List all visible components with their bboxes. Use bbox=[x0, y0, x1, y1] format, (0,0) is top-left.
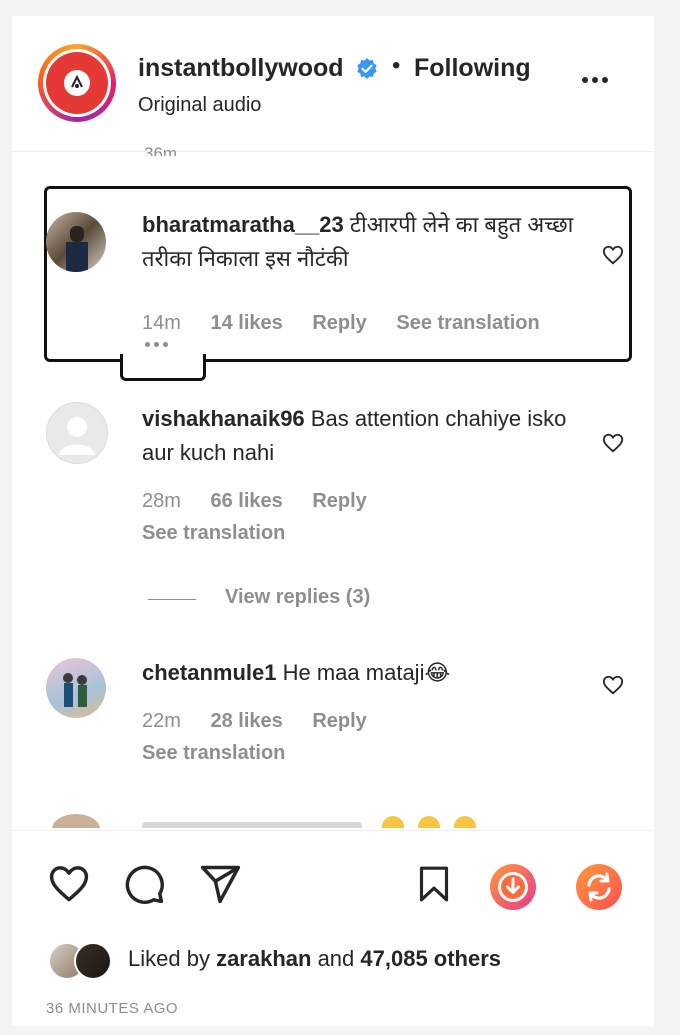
cut-off-timestamp: 36m bbox=[144, 144, 178, 156]
comment-icon[interactable] bbox=[122, 862, 166, 906]
brand-logo bbox=[46, 52, 108, 114]
reply-button[interactable]: Reply bbox=[312, 490, 366, 512]
liker-avatar bbox=[74, 942, 112, 980]
post-card: instantbollywood • Following Original au… bbox=[12, 16, 654, 1026]
comment-username[interactable]: vishakhanaik96 bbox=[142, 406, 305, 431]
share-icon[interactable] bbox=[198, 862, 242, 906]
liked-by-count-link[interactable]: 47,085 others bbox=[360, 946, 501, 971]
comment-username[interactable]: bharatmaratha__23 bbox=[142, 212, 344, 237]
comment-avatar[interactable] bbox=[46, 212, 106, 272]
default-avatar-icon bbox=[59, 417, 95, 455]
bookmark-icon[interactable] bbox=[414, 862, 454, 906]
liked-by-user-link[interactable]: zarakhan bbox=[216, 946, 311, 971]
heart-icon[interactable] bbox=[46, 862, 92, 906]
action-bar-divider bbox=[12, 830, 654, 831]
view-replies-button[interactable]: View replies (3) bbox=[225, 586, 370, 609]
highlight-callout-tab bbox=[120, 354, 206, 381]
view-replies-line bbox=[148, 599, 196, 600]
see-translation-link[interactable]: See translation bbox=[142, 742, 285, 765]
post-timestamp: 36 MINUTES AGO bbox=[46, 1000, 179, 1017]
following-button[interactable]: Following bbox=[414, 54, 531, 83]
see-translation-link[interactable]: See translation bbox=[396, 312, 539, 334]
original-audio-link[interactable]: Original audio bbox=[138, 94, 261, 117]
person-photo-icon bbox=[66, 226, 88, 272]
reply-button[interactable]: Reply bbox=[312, 312, 366, 334]
emoji-icon bbox=[382, 816, 404, 828]
comment-like-icon[interactable] bbox=[602, 244, 624, 266]
comment-text: He maa mataji😂 bbox=[282, 660, 451, 685]
comment-time: 28m bbox=[142, 490, 181, 512]
post-username[interactable]: instantbollywood bbox=[138, 54, 344, 83]
reply-button[interactable]: Reply bbox=[312, 710, 366, 732]
header-separator: • bbox=[392, 52, 401, 79]
comment-likes[interactable]: 66 likes bbox=[210, 490, 282, 512]
header-divider bbox=[12, 151, 654, 152]
post-header: instantbollywood • Following Original au… bbox=[12, 16, 654, 151]
liked-by-text: Liked by zarakhan and 47,085 others bbox=[128, 946, 502, 971]
more-options-small-icon[interactable] bbox=[145, 334, 172, 352]
comment-like-icon[interactable] bbox=[602, 432, 624, 454]
comment-meta: 22m 28 likes Reply bbox=[142, 710, 391, 733]
comment-likes[interactable]: 28 likes bbox=[210, 710, 282, 732]
see-translation-link[interactable]: See translation bbox=[142, 522, 285, 545]
liked-by-avatars[interactable] bbox=[48, 942, 120, 980]
emoji-icon bbox=[418, 816, 440, 828]
people-photo-icon bbox=[63, 673, 87, 707]
comment-like-icon[interactable] bbox=[602, 674, 624, 696]
comment-time: 14m bbox=[142, 312, 181, 334]
download-icon[interactable] bbox=[488, 862, 538, 912]
comment-time: 22m bbox=[142, 710, 181, 732]
comment-avatar[interactable] bbox=[46, 658, 106, 718]
verified-badge-icon bbox=[357, 58, 377, 79]
comment-username[interactable]: chetanmule1 bbox=[142, 660, 277, 685]
comment-meta: 28m 66 likes Reply bbox=[142, 490, 391, 513]
comment-avatar[interactable] bbox=[46, 402, 108, 464]
partial-comment-item bbox=[12, 814, 654, 828]
repost-icon[interactable] bbox=[574, 862, 624, 912]
clapperboard-icon bbox=[71, 74, 83, 88]
comment-likes[interactable]: 14 likes bbox=[210, 312, 282, 334]
profile-avatar[interactable] bbox=[38, 44, 116, 122]
emoji-icon bbox=[454, 816, 476, 828]
comment-meta: 14m 14 likes Reply See translation bbox=[142, 312, 564, 335]
more-options-icon[interactable] bbox=[582, 70, 616, 86]
